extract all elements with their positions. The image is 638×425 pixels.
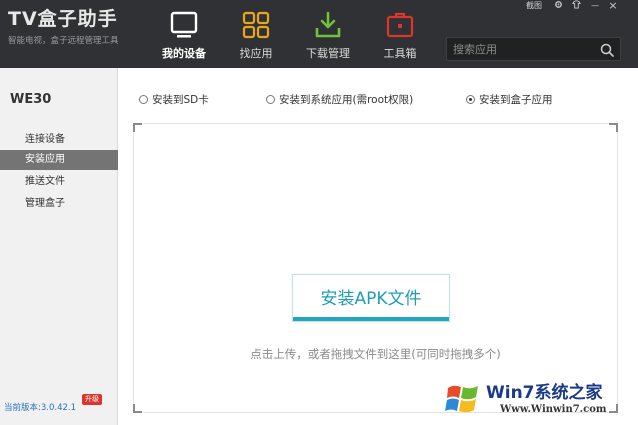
search-box — [446, 37, 621, 61]
upgrade-badge[interactable]: 升级 — [82, 394, 102, 405]
radio-install-system[interactable]: 安装到系统应用(需root权限) — [266, 92, 413, 108]
radio-button[interactable] — [466, 95, 475, 104]
radio-label: 安装到系统应用(需root权限) — [279, 94, 414, 106]
radio-install-box[interactable]: 安装到盒子应用 — [466, 92, 553, 108]
device-name: WE30 — [10, 92, 52, 107]
app-title: TV盒子助手 — [8, 8, 118, 30]
radio-button[interactable] — [266, 95, 275, 104]
dropzone-corner — [133, 404, 142, 413]
sidebar-item-push-file[interactable]: 推送文件 — [0, 172, 118, 192]
toolbox-icon — [385, 10, 415, 44]
nav-find-apps[interactable]: 找应用 — [220, 0, 292, 68]
close-button[interactable]: × — [606, 0, 620, 14]
apk-dropzone[interactable]: 安装APK文件 点击上传，或者拖拽文件到这里(可同时拖拽多个) — [133, 123, 618, 413]
app-logo: TV盒子助手 智能电视，盒子远程管理工具 — [8, 8, 148, 56]
radio-label: 安装到SD卡 — [152, 94, 209, 106]
grid-icon — [241, 10, 271, 44]
app-subtitle: 智能电视，盒子远程管理工具 — [8, 36, 119, 46]
sidebar: WE30 连接设备 安装应用 推送文件 管理盒子 当前版本:3.0.42.1 升… — [0, 68, 118, 425]
search-icon[interactable] — [600, 42, 614, 61]
tv-icon — [169, 10, 199, 44]
shirt-icon[interactable] — [570, 0, 582, 14]
nav-label: 找应用 — [239, 47, 273, 60]
install-apk-label: 安装APK文件 — [320, 289, 422, 309]
search-input[interactable] — [447, 38, 595, 60]
nav-label: 下载管理 — [306, 47, 350, 60]
windows-logo-icon — [444, 380, 482, 422]
nav-toolbox[interactable]: 工具箱 — [364, 0, 436, 68]
version-label: 当前版本:3.0.42.1 — [4, 403, 77, 413]
radio-label: 安装到盒子应用 — [479, 94, 553, 106]
sidebar-item-connect-device[interactable]: 连接设备 — [0, 130, 118, 150]
watermark: Win7系统之家 Www.Winwin7.com — [440, 376, 638, 425]
install-apk-button[interactable]: 安装APK文件 — [292, 274, 450, 322]
dropzone-corner — [609, 123, 618, 132]
dropzone-corner — [133, 123, 142, 132]
dropzone-hint: 点击上传，或者拖拽文件到这里(可同时拖拽多个) — [250, 347, 501, 361]
sidebar-item-install-app[interactable]: 安装应用 — [0, 150, 118, 170]
radio-button[interactable] — [139, 95, 148, 104]
nav-label: 工具箱 — [383, 47, 417, 60]
nav-my-devices[interactable]: 我的设备 — [148, 0, 220, 68]
nav-download-manager[interactable]: 下载管理 — [292, 0, 364, 68]
radio-install-sd[interactable]: 安装到SD卡 — [139, 92, 209, 108]
watermark-title: Win7系统之家 — [486, 383, 603, 403]
download-icon — [313, 10, 343, 44]
sidebar-item-manage-box[interactable]: 管理盒子 — [0, 194, 118, 214]
button-accent-bar — [293, 317, 449, 321]
screenshot-button[interactable]: 截图 — [524, 0, 544, 14]
minimize-button[interactable]: — — [588, 0, 602, 14]
nav-label: 我的设备 — [162, 47, 206, 60]
watermark-url: Www.Winwin7.com — [500, 404, 607, 415]
gear-icon[interactable] — [552, 0, 564, 14]
title-bar: TV盒子助手 智能电视，盒子远程管理工具 我的设备 找应用 下载管理 工具箱 截… — [0, 0, 638, 68]
